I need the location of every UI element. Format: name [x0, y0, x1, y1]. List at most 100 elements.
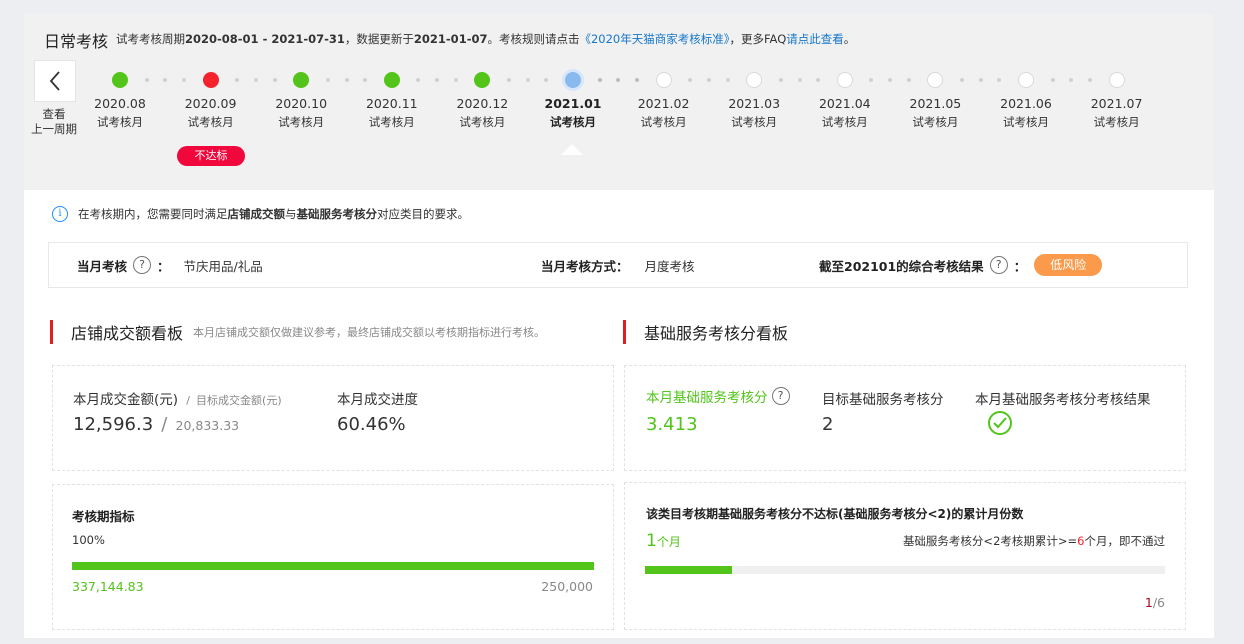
info-bold: 店铺成交额 [227, 207, 286, 221]
result-label: 截至202101的综合考核结果 [819, 258, 984, 274]
month-sub-label: 试考核月 [550, 115, 596, 129]
amount-value-row: 12,596.3 / 20,833.33 [73, 414, 239, 435]
period-progress-fill [72, 562, 594, 570]
info-text: 在考核期内，您需要同时满足 [78, 207, 228, 221]
check-circle-icon [988, 411, 1012, 435]
fail-progress-track [645, 566, 1165, 574]
sales-period-box: 考核期指标 100% 337,144.83 250,000 [52, 484, 614, 630]
month-sub-label: 试考核月 [912, 115, 959, 129]
month-label: 2021.05 [909, 96, 962, 111]
score-result-label: 本月基础服务考核分考核结果 [975, 392, 1151, 408]
month-label: 2020.09 [184, 96, 237, 111]
colon: ： [157, 258, 170, 274]
target-amount-label: 目标成交金额(元) [196, 394, 282, 407]
fail-count-title: 该类目考核期基础服务考核分不达标(基础服务考核分<2)的累计月份数 [646, 507, 1024, 521]
month-status-dot [202, 72, 219, 88]
progress-label: 本月成交进度 [337, 392, 418, 408]
colon: ： [1013, 258, 1027, 274]
timeline-separator-dot [435, 78, 440, 82]
fail-count: 1 [646, 531, 657, 551]
fail-ratio: 1/6 [1145, 595, 1165, 610]
month-assessment-value: 节庆用品/礼品 [183, 258, 263, 274]
info-banner: i 在考核期内，您需要同时满足 店铺成交额与基础服务考核分 对应类目的要求。 [52, 206, 469, 222]
timeline-area: 日常考核 试考考核周期2020-08-01 - 2021-07-31，数据更新于… [24, 14, 1214, 190]
month-status-dot [1018, 72, 1034, 88]
progress-value: 60.46% [337, 414, 406, 435]
timeline-separator-dot [1050, 78, 1055, 82]
fail-ratio-den: /6 [1152, 595, 1165, 610]
method-label: 当月考核方式： [541, 258, 629, 274]
summary-bar: 当月考核 ? ： 节庆用品/礼品 当月考核方式： 月度考核 截至202101的综… [48, 242, 1188, 288]
timeline-separator-dot [344, 78, 349, 82]
month-label: 2021.03 [728, 96, 781, 111]
month-status-dot [746, 72, 763, 88]
month-status-dot [655, 72, 672, 88]
target-score: 2 [822, 414, 834, 435]
fail-rule: 基础服务考核分<2考核期累计>=6个月，即不通过 [903, 533, 1165, 549]
month-sub-label: 试考核月 [459, 115, 506, 129]
month-label: 2020.12 [456, 96, 509, 111]
month-sub-label: 试考核月 [1093, 115, 1140, 129]
overall-result: 截至202101的综合考核结果 ? ： 低风险 [819, 243, 1103, 287]
timeline-separator-dot [525, 78, 530, 82]
month-label: 2020.10 [275, 96, 328, 111]
month-label: 2020.08 [94, 96, 146, 111]
timeline-separator-dot [706, 78, 711, 82]
fail-progress-fill [645, 566, 732, 574]
rule-text: 个月，即不通过 [1084, 534, 1166, 548]
service-score: 3.413 [646, 414, 698, 435]
score-label: 本月基础服务考核分 [646, 390, 768, 406]
main-panel: 日常考核 试考考核周期2020-08-01 - 2021-07-31，数据更新于… [24, 14, 1214, 638]
period-percent: 100% [72, 533, 105, 547]
score-label-row: 本月基础服务考核分 ? [646, 386, 796, 406]
service-section-header: 基础服务考核分看板 [623, 320, 788, 344]
month-sub-label: 试考核月 [640, 115, 687, 129]
month-label: 2020.11 [365, 96, 418, 111]
service-month-box: 本月基础服务考核分 ? 3.413 目标基础服务考核分 2 本月基础服务考核分考… [624, 365, 1186, 471]
target-amount: 20,833.33 [175, 418, 240, 433]
help-icon[interactable]: ? [771, 387, 790, 405]
timeline-separator-dot [888, 78, 893, 82]
fail-badge: 不达标 [177, 146, 245, 166]
rule-threshold: 6 [1077, 534, 1085, 548]
info-icon: i [52, 206, 68, 222]
timeline-separator-dot [144, 78, 149, 82]
fail-unit: 个月 [656, 535, 681, 549]
timeline-separator-dot [163, 78, 168, 82]
timeline-separator-dot [978, 78, 983, 82]
help-icon[interactable]: ? [989, 256, 1008, 274]
sales-section-note: 本月店铺成交额仅做建议参考，最终店铺成交额以考核期指标进行考核。 [193, 326, 546, 339]
sales-month-box: 本月成交金额(元) / 目标成交金额(元) 12,596.3 / 20,833.… [52, 365, 614, 471]
month-sub-label: 试考核月 [187, 115, 234, 129]
slash: / [161, 414, 168, 435]
month-status-dot [565, 72, 581, 88]
timeline-month-2021.07[interactable]: 2021.07 试考核月 [1077, 72, 1157, 130]
help-icon[interactable]: ? [133, 256, 152, 274]
month-sub-label: 试考核月 [821, 115, 868, 129]
info-text: 对应类目的要求。 [377, 207, 469, 221]
service-section-title: 基础服务考核分看板 [644, 324, 789, 343]
period-target: 250,000 [541, 579, 593, 594]
month-label: 2021.02 [637, 96, 690, 111]
month-sub-label: 试考核月 [97, 115, 143, 129]
month-sub-label: 试考核月 [368, 115, 415, 129]
month-status-dot [836, 72, 853, 88]
service-fail-box: 该类目考核期基础服务考核分不达标(基础服务考核分<2)的累计月份数 1个月 基础… [624, 482, 1186, 630]
info-text: 与 [285, 207, 297, 221]
info-bold: 基础服务考核分 [296, 207, 378, 221]
month-label: 2021.04 [818, 96, 871, 111]
month-status-dot [1108, 72, 1125, 88]
timeline-separator-dot [325, 78, 330, 82]
amount-label: 本月成交金额(元) [73, 392, 179, 408]
period-actual: 337,144.83 [72, 579, 144, 594]
month-sub-label: 试考核月 [278, 115, 325, 129]
check-icon [993, 417, 1007, 429]
month-status-dot [293, 72, 310, 88]
section-accent [623, 320, 626, 344]
sales-section-title: 店铺成交额看板 [71, 324, 184, 343]
sales-amount: 12,596.3 [73, 414, 154, 435]
month-assessment-label: 当月考核 [77, 258, 128, 274]
method-value: 月度考核 [644, 258, 695, 274]
slash: / [186, 394, 190, 407]
period-indicator-title: 考核期指标 [72, 509, 135, 524]
